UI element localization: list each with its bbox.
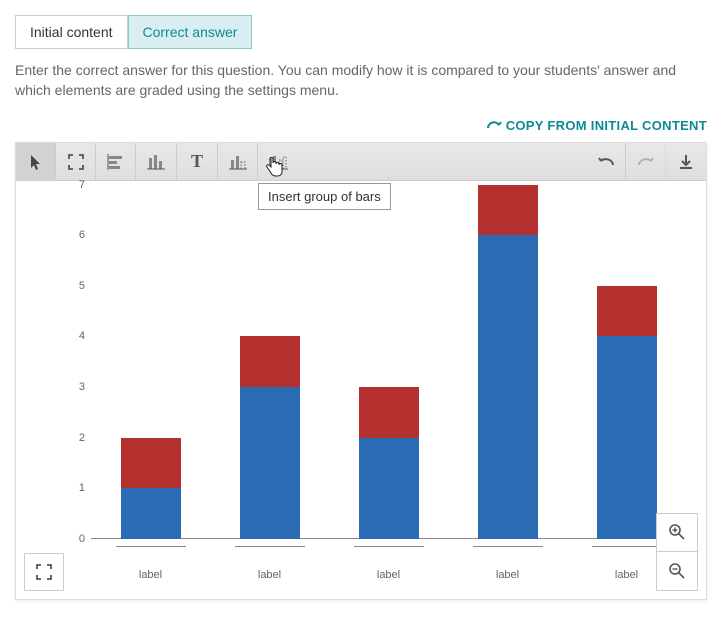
chart-editor: T Insert group of bars 0 1 2 3 4 5 6 7 label lab… [15, 142, 707, 600]
bar-segment-red[interactable] [597, 286, 657, 337]
bar-group[interactable] [359, 387, 419, 539]
redo-icon [637, 155, 655, 169]
tool-undo[interactable] [586, 143, 626, 181]
tab-initial-content[interactable]: Initial content [15, 15, 128, 49]
y-tick-label: 4 [71, 330, 85, 342]
x-tick [116, 546, 186, 547]
toolbar: T Insert group of bars [16, 143, 706, 181]
y-tick-label: 0 [71, 533, 85, 545]
vbar-icon [147, 154, 165, 170]
x-tick [592, 546, 662, 547]
bar-segment-blue[interactable] [359, 438, 419, 539]
text-icon: T [191, 151, 203, 172]
bar-segment-red[interactable] [121, 438, 181, 489]
y-tick-label: 1 [71, 482, 85, 494]
fullscreen-icon [36, 564, 52, 580]
group-bar-icon [268, 154, 288, 170]
single-bar-icon [229, 154, 247, 170]
x-axis-label: label [359, 569, 419, 581]
tool-insert-group-bars[interactable]: Insert group of bars [258, 143, 298, 181]
bar-segment-blue[interactable] [121, 488, 181, 539]
copy-link-label: COPY FROM INITIAL CONTENT [506, 118, 707, 133]
undo-icon [597, 155, 615, 169]
tool-download[interactable] [666, 143, 706, 181]
bar-group[interactable] [597, 286, 657, 539]
bar-group[interactable] [121, 438, 181, 539]
x-axis-label: label [597, 569, 657, 581]
hbar-icon [107, 154, 125, 170]
copy-from-initial-link[interactable]: COPY FROM INITIAL CONTENT [486, 118, 707, 133]
x-axis-label: label [478, 569, 538, 581]
help-text: Enter the correct answer for this questi… [15, 61, 707, 100]
y-tick-label: 6 [71, 229, 85, 241]
bar-segment-red[interactable] [478, 185, 538, 236]
bar-segment-blue[interactable] [597, 336, 657, 538]
zoom-out-button[interactable] [657, 552, 697, 590]
tool-text[interactable]: T [177, 143, 217, 181]
zoom-out-icon [668, 562, 686, 580]
x-tick [354, 546, 424, 547]
tool-fullscreen[interactable] [56, 143, 96, 181]
x-tick [473, 546, 543, 547]
zoom-in-button[interactable] [657, 514, 697, 552]
tab-bar: Initial content Correct answer [15, 15, 707, 49]
tool-select[interactable] [16, 143, 56, 181]
tool-insert-single-bar[interactable] [218, 143, 258, 181]
x-axis-label: label [121, 569, 181, 581]
bar-segment-red[interactable] [359, 387, 419, 438]
bar-group[interactable] [478, 185, 538, 539]
y-tick-label: 7 [71, 179, 85, 191]
chart-canvas[interactable]: 0 1 2 3 4 5 6 7 label label label label label [16, 181, 706, 599]
fullscreen-icon [68, 154, 84, 170]
zoom-in-icon [668, 523, 686, 541]
y-tick-label: 5 [71, 280, 85, 292]
zoom-controls [656, 513, 698, 591]
y-tick-label: 3 [71, 381, 85, 393]
tool-vertical-bar[interactable] [136, 143, 176, 181]
x-tick [235, 546, 305, 547]
redo-arrow-icon [486, 119, 502, 133]
bar-segment-blue[interactable] [478, 235, 538, 538]
cursor-icon [28, 153, 44, 171]
download-icon [678, 154, 694, 170]
bar-segment-red[interactable] [240, 336, 300, 387]
tool-horizontal-bar[interactable] [96, 143, 136, 181]
tab-correct-answer[interactable]: Correct answer [128, 15, 253, 49]
bar-group[interactable] [240, 336, 300, 538]
x-axis-label: label [240, 569, 300, 581]
bar-segment-blue[interactable] [240, 387, 300, 539]
tooltip: Insert group of bars [258, 183, 391, 210]
y-tick-label: 2 [71, 432, 85, 444]
tool-redo[interactable] [626, 143, 666, 181]
fullscreen-button[interactable] [24, 553, 64, 591]
